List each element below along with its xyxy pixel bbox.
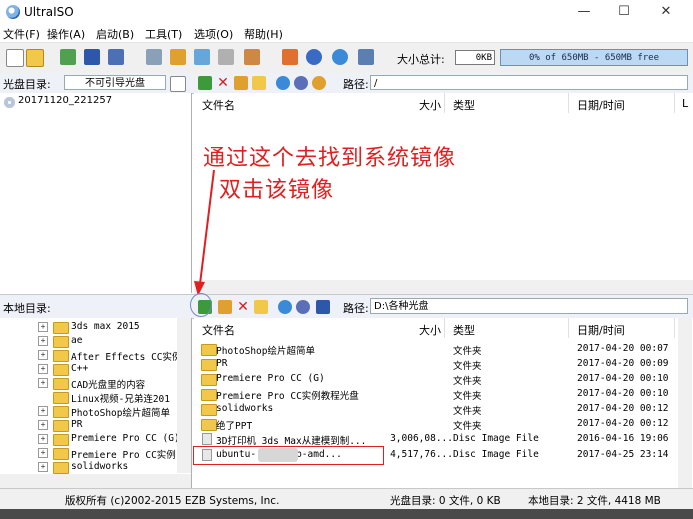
annotation-highlight-box <box>193 446 384 465</box>
file-row[interactable]: solidworks 文件夹 2017-04-20 00:12 <box>194 402 689 417</box>
local-path-field[interactable]: D:\各种光盘 <box>370 298 688 314</box>
tree-item[interactable]: + solidworks <box>0 460 180 474</box>
folder-icon <box>53 406 69 418</box>
local-view-icon[interactable] <box>316 300 330 314</box>
tree-item[interactable]: Linux视频-兄弟连201 <box>0 390 180 405</box>
folder-icon <box>53 336 69 348</box>
local-new-folder-icon[interactable] <box>218 300 232 314</box>
local-col-header-type[interactable]: 类型 <box>453 322 475 338</box>
expand-icon[interactable]: + <box>38 378 48 388</box>
folder-icon <box>201 419 217 431</box>
expand-icon[interactable]: + <box>38 364 48 374</box>
folder-icon <box>53 434 69 446</box>
status-local-summary: 本地目录: 2 文件, 4418 MB <box>528 495 661 507</box>
folder-icon <box>53 392 69 404</box>
local-col-header-date[interactable]: 日期/时间 <box>577 322 625 338</box>
folder-icon <box>201 404 217 416</box>
expand-icon[interactable]: + <box>38 434 48 444</box>
local-path-label: 路径: <box>343 302 369 315</box>
folder-icon <box>201 344 217 356</box>
file-row[interactable]: 3D打印机 3ds Max从建模到制... 3,006,08... Disc Ima… <box>194 432 689 447</box>
folder-icon <box>53 364 69 376</box>
background-window-strip <box>0 509 693 519</box>
folder-icon <box>201 359 217 371</box>
folder-icon <box>53 448 69 460</box>
local-folder-icon[interactable] <box>254 300 268 314</box>
local-col-header-size[interactable]: 大小 <box>419 322 441 338</box>
status-disc-summary: 光盘目录: 0 文件, 0 KB <box>390 495 501 507</box>
local-directory-header: 本地目录: ✕ 路径: D:\各种光盘 <box>0 294 693 319</box>
tree-item[interactable]: + PR <box>0 418 180 432</box>
local-directory-label: 本地目录: <box>3 302 51 315</box>
folder-icon <box>53 322 69 334</box>
status-bar: 版权所有 (c)2002-2015 EZB Systems, Inc. 光盘目录… <box>0 488 693 509</box>
folder-icon <box>53 420 69 432</box>
expand-icon[interactable]: + <box>38 336 48 346</box>
disc-image-icon <box>202 433 212 445</box>
file-row[interactable]: PR 文件夹 2017-04-20 00:09 <box>194 357 689 372</box>
tree-vertical-scrollbar[interactable] <box>177 318 191 473</box>
tree-item[interactable]: + CAD光盘里的内容 <box>0 376 180 391</box>
tree-horizontal-scrollbar[interactable] <box>0 474 191 488</box>
files-vertical-scrollbar[interactable] <box>678 318 692 488</box>
local-col-header-filename[interactable]: 文件名 <box>202 322 235 338</box>
tree-item[interactable]: + After Effects CC实例 <box>0 348 182 363</box>
file-row[interactable]: Premiere Pro CC (G) 文件夹 2017-04-20 00:10 <box>194 372 689 387</box>
folder-icon <box>53 462 69 474</box>
tree-item[interactable]: + PhotoShop绘片超简单 <box>0 404 180 419</box>
local-tree-pane[interactable]: +3ds max 2015 + ae + After Effects CC实例 + C… <box>0 318 192 488</box>
folder-icon <box>201 374 217 386</box>
expand-icon[interactable]: + <box>38 350 48 360</box>
tree-item[interactable]: + Premiere Pro CC实例 <box>0 446 180 461</box>
tree-item[interactable]: + ae <box>0 334 180 348</box>
column-divider <box>444 318 445 338</box>
expand-icon[interactable]: + <box>38 406 48 416</box>
file-row[interactable]: 绝了PPT 文件夹 2017-04-20 00:12 <box>194 417 689 432</box>
tree-item[interactable]: +3ds max 2015 <box>0 320 180 334</box>
expand-icon[interactable]: + <box>38 322 48 332</box>
file-row[interactable]: PhotoShop绘片超简单 文件夹 2017-04-20 00:07 <box>194 342 689 357</box>
tree-item[interactable]: + Premiere Pro CC (G) <box>0 432 180 446</box>
folder-icon <box>53 350 69 362</box>
expand-icon[interactable]: + <box>38 462 48 472</box>
file-row[interactable]: Premiere Pro CC实例教程光盘 文件夹 2017-04-20 00:10 <box>194 387 689 402</box>
expand-icon[interactable]: + <box>38 420 48 430</box>
folder-icon <box>53 378 69 390</box>
local-settings-icon[interactable] <box>296 300 310 314</box>
folder-icon <box>201 389 217 401</box>
up-button-highlight <box>190 293 212 317</box>
status-copyright: 版权所有 (c)2002-2015 EZB Systems, Inc. <box>65 495 280 507</box>
tree-item[interactable]: + C++ <box>0 362 180 376</box>
local-delete-icon[interactable]: ✕ <box>236 300 250 314</box>
column-divider <box>568 318 569 338</box>
expand-icon[interactable]: + <box>38 448 48 458</box>
column-divider <box>674 318 675 338</box>
local-refresh-icon[interactable] <box>278 300 292 314</box>
